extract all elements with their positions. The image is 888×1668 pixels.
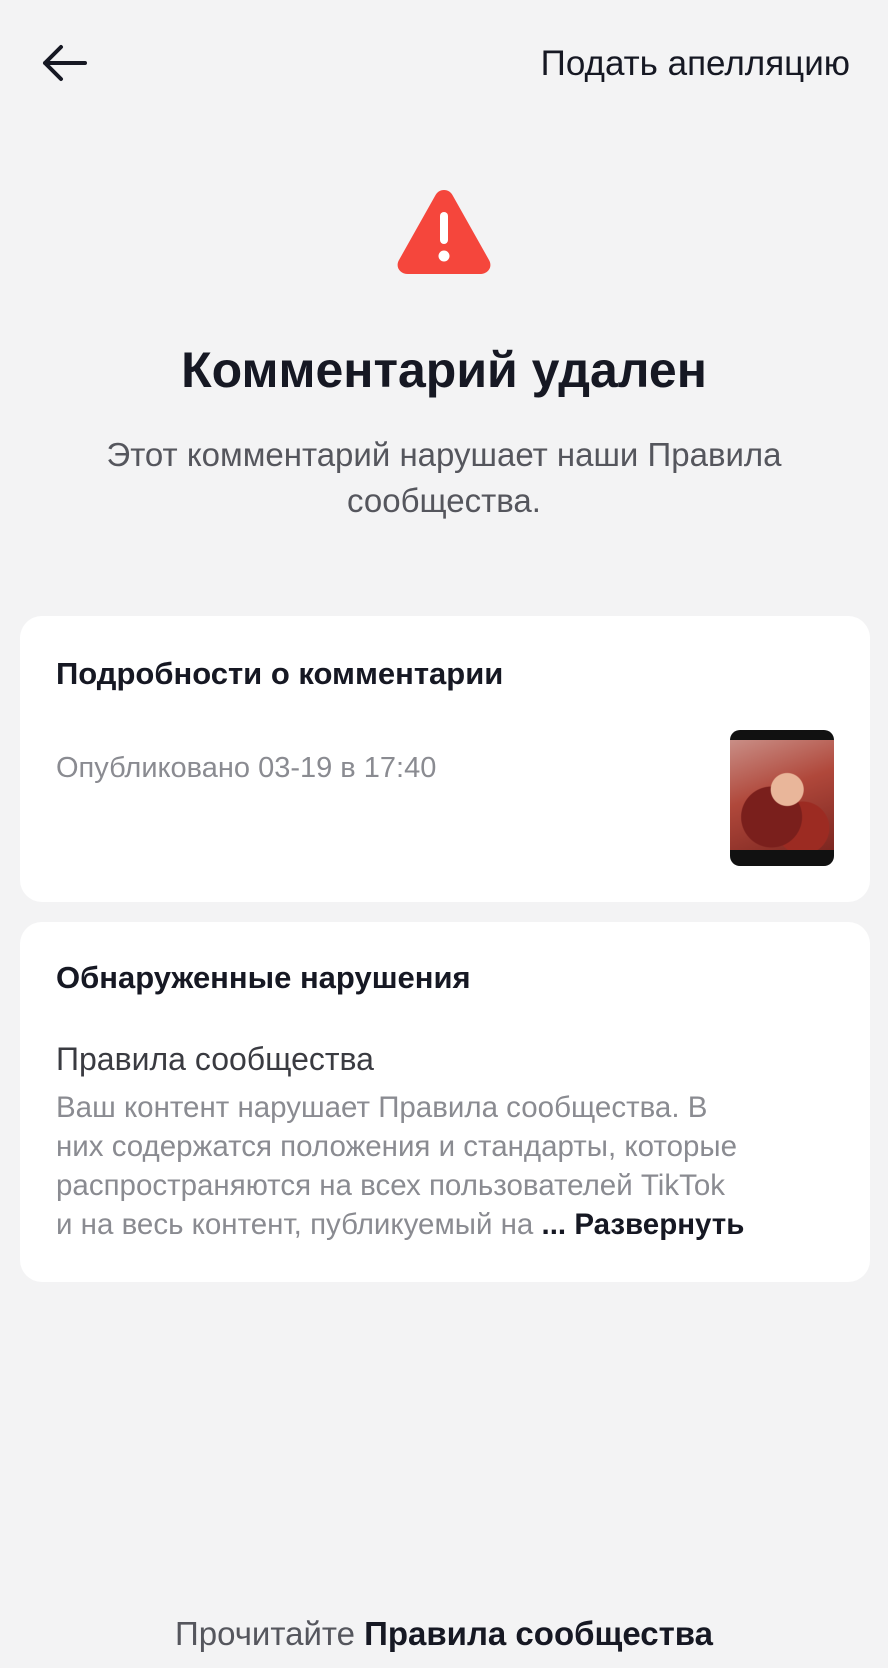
video-thumbnail[interactable] — [730, 730, 834, 866]
details-title: Подробности о комментарии — [56, 656, 504, 691]
violations-title: Обнаруженные нарушения — [56, 960, 471, 995]
rule-description: Ваш контент нарушает Правила сообщества.… — [56, 1088, 836, 1244]
rule-description-line: них содержатся положения и стандарты, ко… — [56, 1130, 737, 1163]
footer: Прочитайте Правила сообщества — [0, 1610, 888, 1658]
arrow-left-icon — [43, 45, 87, 81]
page-title: Комментарий удален — [181, 342, 707, 398]
rule-name: Правила сообщества — [56, 1041, 374, 1077]
rule-description-last-line: и на весь контент, публикуемый на ... Ра… — [56, 1205, 836, 1244]
warning-triangle-icon — [397, 190, 491, 274]
back-button[interactable] — [36, 38, 92, 88]
status-description: Этот комментарий нарушает наши Правила с… — [106, 436, 782, 519]
rule-description-line: Ваш контент нарушает Правила сообщества.… — [56, 1091, 708, 1124]
appeal-button[interactable]: Подать апелляцию — [541, 40, 850, 88]
community-guidelines-link[interactable]: Правила сообщества — [364, 1615, 713, 1652]
rule-description-line: и на весь контент, публикуемый на — [56, 1208, 534, 1241]
thumbnail-image — [730, 740, 834, 850]
published-date: Опубликовано 03-19 в 17:40 — [56, 752, 437, 784]
expand-button[interactable]: Развернуть — [574, 1208, 744, 1241]
rule-description-line: распространяются на всех пользователей T… — [56, 1169, 726, 1202]
ellipsis: ... — [541, 1208, 567, 1241]
top-bar: Подать апелляцию — [0, 0, 888, 130]
footer-prefix: Прочитайте — [175, 1615, 355, 1652]
